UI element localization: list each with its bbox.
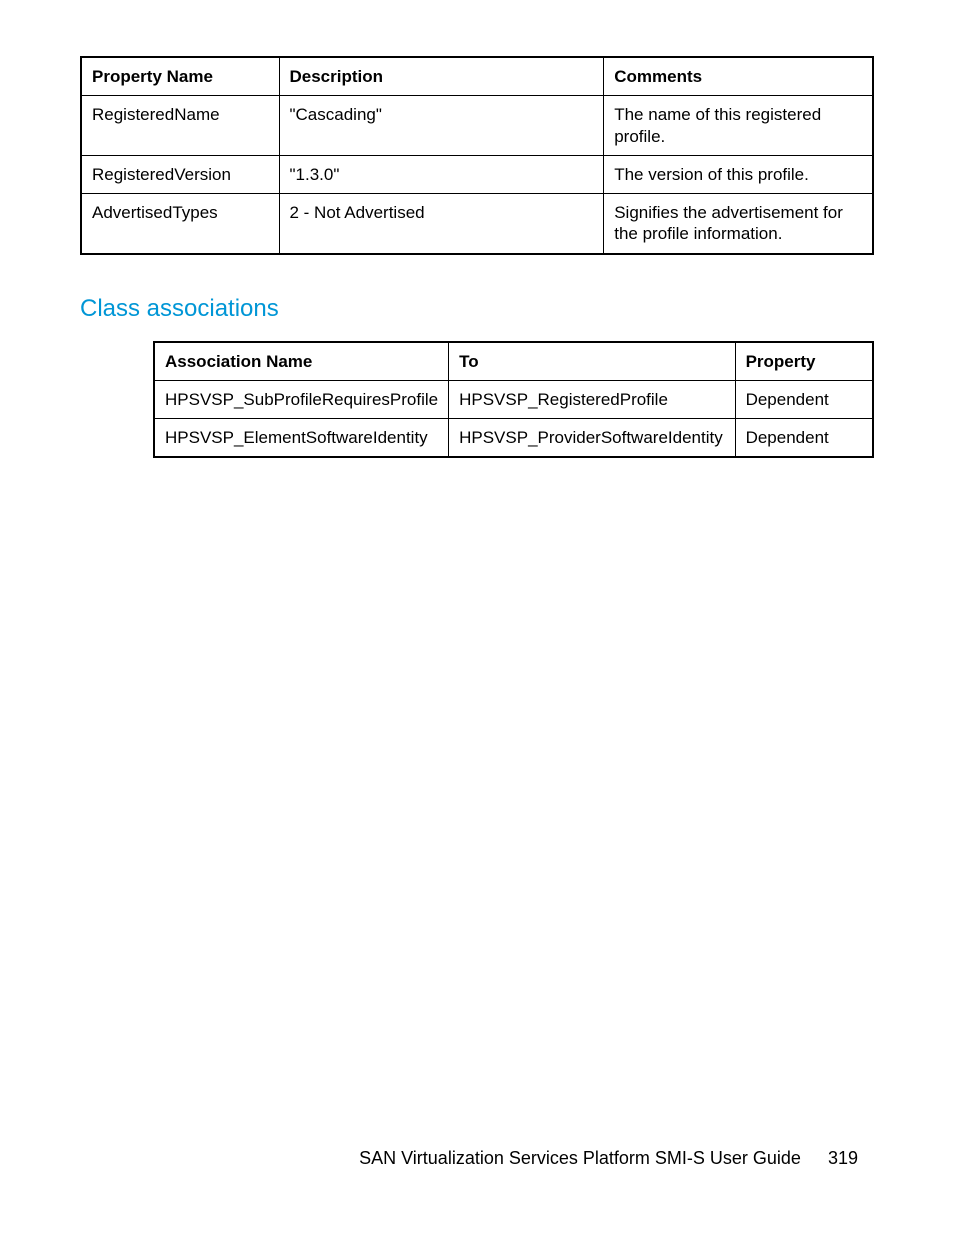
footer-doc-title: SAN Virtualization Services Platform SMI… (359, 1148, 801, 1168)
cell-description: "1.3.0" (279, 155, 604, 193)
footer-page-number: 319 (828, 1148, 858, 1168)
table-row: RegisteredName "Cascading" The name of t… (81, 96, 873, 156)
cell-to: HPSVSP_ProviderSoftwareIdentity (449, 419, 735, 458)
page-footer: SAN Virtualization Services Platform SMI… (359, 1148, 858, 1169)
col-header-to: To (449, 342, 735, 381)
table-row: HPSVSP_SubProfileRequiresProfile HPSVSP_… (154, 380, 873, 418)
cell-property: Dependent (735, 419, 873, 458)
table-row: HPSVSP_ElementSoftwareIdentity HPSVSP_Pr… (154, 419, 873, 458)
table-row: AdvertisedTypes 2 - Not Advertised Signi… (81, 194, 873, 254)
cell-description: "Cascading" (279, 96, 604, 156)
cell-association-name: HPSVSP_SubProfileRequiresProfile (154, 380, 449, 418)
cell-property-name: RegisteredName (81, 96, 279, 156)
table-header-row: Association Name To Property (154, 342, 873, 381)
col-header-property: Property (735, 342, 873, 381)
associations-table: Association Name To Property HPSVSP_SubP… (153, 341, 874, 459)
properties-table: Property Name Description Comments Regis… (80, 56, 874, 255)
table-row: RegisteredVersion "1.3.0" The version of… (81, 155, 873, 193)
section-heading-class-associations: Class associations (80, 295, 874, 323)
col-header-comments: Comments (604, 57, 873, 96)
cell-comments: The version of this profile. (604, 155, 873, 193)
cell-to: HPSVSP_RegisteredProfile (449, 380, 735, 418)
col-header-association-name: Association Name (154, 342, 449, 381)
cell-property-name: AdvertisedTypes (81, 194, 279, 254)
col-header-property-name: Property Name (81, 57, 279, 96)
table-header-row: Property Name Description Comments (81, 57, 873, 96)
cell-comments: The name of this registered profile. (604, 96, 873, 156)
cell-description: 2 - Not Advertised (279, 194, 604, 254)
cell-property: Dependent (735, 380, 873, 418)
col-header-description: Description (279, 57, 604, 96)
cell-property-name: RegisteredVersion (81, 155, 279, 193)
cell-comments: Signifies the advertisement for the prof… (604, 194, 873, 254)
cell-association-name: HPSVSP_ElementSoftwareIdentity (154, 419, 449, 458)
